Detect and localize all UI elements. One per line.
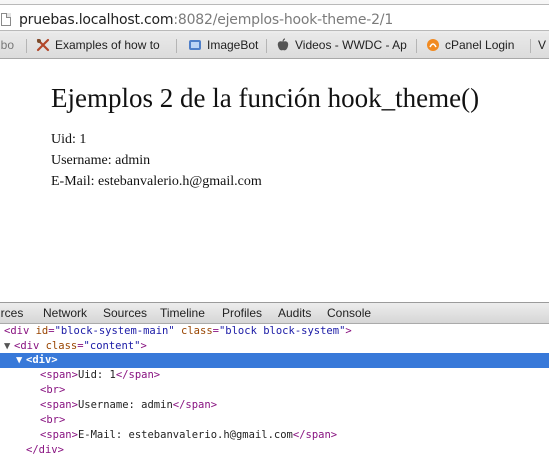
tag-text: > (345, 325, 352, 337)
bookmark-examples[interactable]: Examples of how to (36, 38, 160, 52)
node-text: Username: admin (77, 399, 173, 411)
cpanel-icon (427, 39, 439, 51)
bookmark-cpanel[interactable]: cPanel Login (426, 38, 514, 52)
node-text: Uid: 1 (77, 369, 116, 381)
tag-text: <br> (40, 414, 66, 426)
tag-text: <div (4, 325, 36, 337)
dom-node-br[interactable]: <br> (0, 383, 549, 398)
bookmark-examples-label: Examples of how to (55, 38, 160, 52)
expand-triangle-icon[interactable]: ▼ (16, 353, 26, 368)
bookmark-wwdc[interactable]: Videos - WWDC - Ap (276, 38, 407, 52)
page-content: Ejemplos 2 de la función hook_theme() Ui… (51, 82, 479, 192)
bookmark-truncated[interactable]: nbo (0, 38, 14, 52)
tools-icon (36, 38, 50, 52)
tag-text: <span> (40, 399, 78, 411)
attr-value: "block-system-main" (54, 325, 175, 337)
dom-node-content[interactable]: ▼ <div class="content"> (0, 339, 549, 354)
url-field[interactable]: pruebas.localhost.com:8082/ejemplos-hook… (0, 4, 549, 31)
tab-profiles[interactable]: Profiles (222, 306, 262, 320)
bookmark-cpanel-label: cPanel Login (445, 38, 515, 52)
dom-node-br[interactable]: <br> (0, 413, 549, 428)
email-text: E-Mail: estebanvalerio.h@gmail.com (51, 174, 262, 189)
username-text: Username: admin (51, 153, 151, 168)
bookmark-imagebot[interactable]: ImageBot (188, 38, 258, 52)
dom-node-span-email[interactable]: <span>E-Mail: estebanvalerio.h@gmail.com… (0, 428, 549, 443)
tab-timeline[interactable]: Timeline (160, 306, 205, 320)
expand-triangle-icon[interactable]: ▼ (4, 339, 14, 354)
attr-value: "block block-system" (218, 325, 346, 337)
tab-console[interactable]: Console (327, 306, 371, 320)
tag-text: <span> (40, 429, 78, 441)
tab-audits[interactable]: Audits (278, 306, 311, 320)
bookmark-separator (176, 39, 177, 53)
tab-network[interactable]: Network (43, 306, 87, 320)
tag-text: > (140, 340, 147, 352)
dom-node-span-username[interactable]: <span>Username: admin</span> (0, 398, 549, 413)
bookmark-wwdc-label: Videos - WWDC - Ap (295, 38, 407, 52)
bookmark-separator (266, 39, 267, 53)
page-icon (1, 13, 11, 26)
tag-text: <div> (26, 354, 58, 366)
attr-name: class (45, 340, 78, 352)
dom-node-div-selected[interactable]: ▼ <div> (0, 353, 549, 368)
dom-node-div-close[interactable]: </div> (0, 443, 549, 458)
tag-text: <div (14, 340, 46, 352)
tab-resources[interactable]: urces (0, 306, 23, 320)
elements-tree: <div id="block-system-main" class="block… (0, 324, 549, 456)
page-title: Ejemplos 2 de la función hook_theme() (51, 83, 480, 113)
tab-sources[interactable]: Sources (103, 306, 147, 320)
url-path: :8082/ejemplos-hook-theme-2/1 (173, 12, 394, 28)
tag-text: <span> (40, 369, 78, 381)
uid-text: Uid: 1 (51, 132, 87, 147)
attr-value: "content" (83, 340, 141, 352)
attr-name: id (35, 325, 49, 337)
tag-text: </span> (115, 369, 161, 381)
bookmark-cutoff[interactable]: V (538, 38, 546, 52)
tag-text: </span> (172, 399, 218, 411)
url-host: pruebas.localhost.com (19, 12, 174, 28)
node-text: E-Mail: estebanvalerio.h@gmail.com (77, 429, 293, 441)
bookmark-imagebot-label: ImageBot (207, 38, 259, 52)
address-bar: pruebas.localhost.com:8082/ejemplos-hook… (0, 0, 549, 33)
dom-node-span-uid[interactable]: <span>Uid: 1</span> (0, 368, 549, 383)
attr-name: class (181, 325, 213, 337)
imagebot-icon (189, 40, 201, 50)
bookmark-separator (416, 39, 417, 53)
bookmarks-bar: nbo Examples of how to ImageBot Videos -… (0, 33, 549, 59)
tag-text: </span> (292, 429, 338, 441)
devtools-toolbar: urces Network Sources Timeline Profiles … (0, 302, 549, 324)
bookmark-separator (530, 39, 531, 53)
dom-node-block-system-main[interactable]: <div id="block-system-main" class="block… (0, 324, 549, 339)
bookmark-separator (26, 39, 27, 53)
apple-icon (277, 38, 289, 51)
tag-text: </div> (26, 444, 64, 456)
tag-text: <br> (40, 384, 66, 396)
url-text: pruebas.localhost.com:8082/ejemplos-hook… (19, 12, 393, 28)
